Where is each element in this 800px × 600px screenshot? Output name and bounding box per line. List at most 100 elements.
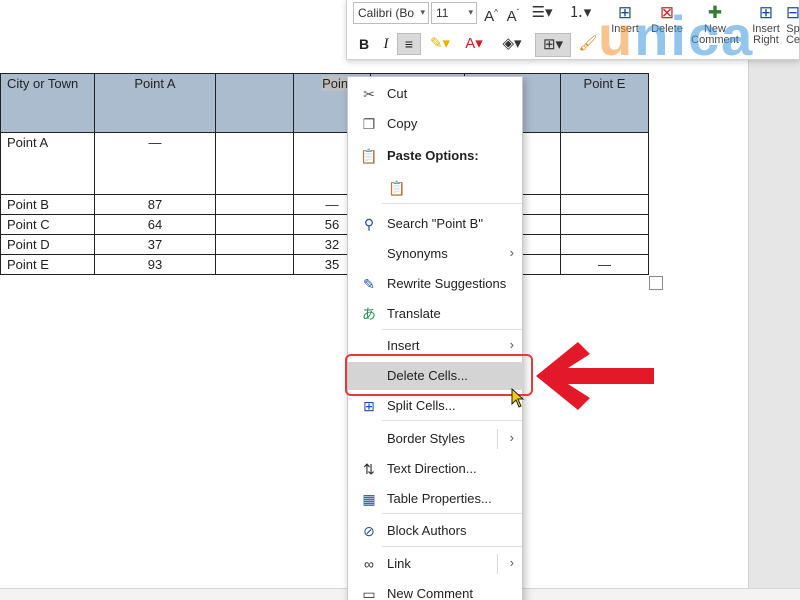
table-cell[interactable] <box>215 194 294 215</box>
menu-item-link[interactable]: ∞ Link › <box>348 550 524 578</box>
menu-item-label: Border Styles <box>387 431 466 446</box>
table-cell[interactable]: — <box>94 132 216 195</box>
menu-item-label: New Comment <box>387 586 473 600</box>
menu-item-label: Table Properties... <box>387 491 492 506</box>
menu-item-text-direction[interactable]: ⇅ Text Direction... <box>348 455 524 483</box>
menu-item-new-comment[interactable]: ▭ New Comment <box>348 580 524 600</box>
new-comment-icon: ✚ <box>707 3 723 22</box>
borders-icon[interactable]: ⊞▾ <box>535 33 571 57</box>
split-divider <box>497 554 498 574</box>
header-cell[interactable]: Point A <box>94 73 216 133</box>
table-cell[interactable] <box>215 254 294 275</box>
format-painter-icon[interactable]: 🖌 <box>577 33 599 55</box>
data-table: City or Town Point A Point B D Point E P… <box>0 73 649 275</box>
split-cells-icon: ⊟ <box>785 3 800 22</box>
table-row: Point E 93 35 — <box>0 254 649 275</box>
table-cell[interactable]: Point B <box>0 194 95 215</box>
table-cell[interactable] <box>560 214 649 235</box>
menu-separator <box>382 203 522 204</box>
menu-item-synonyms[interactable]: Synonyms › <box>348 240 524 268</box>
table-cell[interactable]: Point A <box>0 132 95 195</box>
bold-button[interactable]: B <box>353 33 375 55</box>
chevron-right-icon: › <box>509 430 514 445</box>
table-cell[interactable]: Point C <box>0 214 95 235</box>
comment-icon: ▭ <box>362 586 376 600</box>
highlight-color-icon[interactable]: ✎▾ <box>425 33 455 55</box>
table-cell[interactable] <box>560 194 649 215</box>
menu-item-table-properties[interactable]: ▦ Table Properties... <box>348 485 524 513</box>
menu-item-block-authors[interactable]: ⊘ Block Authors <box>348 517 524 545</box>
font-name-value: Calibri (Bo <box>358 6 415 20</box>
table-cell[interactable]: 93 <box>94 254 216 275</box>
copy-icon: ❐ <box>362 116 376 132</box>
table-resize-handle[interactable] <box>649 276 663 290</box>
table-cell[interactable]: 64 <box>94 214 216 235</box>
chevron-down-icon: ▾ <box>468 7 473 17</box>
table-cell[interactable] <box>560 132 649 195</box>
menu-item-translate[interactable]: あ Translate <box>348 300 524 328</box>
table-cell[interactable]: Point E <box>0 254 95 275</box>
table-cell[interactable] <box>215 214 294 235</box>
grow-font-icon[interactable]: A^ <box>481 2 501 28</box>
font-name-select[interactable]: Calibri (Bo ▾ <box>353 2 429 24</box>
split-divider <box>497 429 498 449</box>
menu-item-paste-options: 📋 Paste Options: <box>348 142 524 170</box>
italic-button[interactable]: I <box>375 33 397 55</box>
menu-item-label: Paste Options: <box>387 148 479 163</box>
menu-item-label: Rewrite Suggestions <box>387 276 507 291</box>
link-icon: ∞ <box>364 556 374 572</box>
clipboard-icon: 📋 <box>360 148 378 164</box>
menu-item-border-styles[interactable]: Border Styles › <box>348 425 524 453</box>
menu-item-rewrite[interactable]: ✎ Rewrite Suggestions <box>348 270 524 298</box>
header-cell[interactable] <box>215 73 294 133</box>
delete-label: Delete <box>651 23 683 35</box>
table-cell[interactable] <box>215 132 294 195</box>
font-size-value: 11 <box>436 6 449 20</box>
table-cell[interactable]: 37 <box>94 234 216 255</box>
insert-table-button[interactable]: ⊞ Insert <box>603 2 647 56</box>
menu-item-label: Split Cells... <box>387 398 456 413</box>
delete-table-button[interactable]: ⊠ Delete <box>645 2 689 56</box>
paste-keep-formatting-icon[interactable]: 📋 <box>388 179 406 197</box>
header-cell[interactable]: City or Town <box>0 73 95 133</box>
table-cell[interactable] <box>215 234 294 255</box>
table-cell[interactable]: 87 <box>94 194 216 215</box>
menu-item-label: Cut <box>387 86 408 101</box>
menu-item-label: Search "Point B" <box>387 216 483 231</box>
annotation-arrow-icon <box>536 342 654 410</box>
chevron-right-icon: › <box>509 555 514 570</box>
insert-right-label: Insert Right <box>752 23 780 46</box>
table-cell[interactable]: Point D <box>0 234 95 255</box>
font-color-icon[interactable]: A▾ <box>459 33 489 55</box>
table-header-row: City or Town Point A Point B D Point E <box>0 73 649 133</box>
menu-item-copy[interactable]: ❐ Copy <box>348 110 524 138</box>
font-size-select[interactable]: 11 ▾ <box>431 2 477 24</box>
menu-item-search[interactable]: ⚲ Search "Point B" <box>348 210 524 238</box>
menu-item-label: Link <box>387 556 411 571</box>
numbering-icon[interactable]: ⒈▾ <box>563 2 597 24</box>
mouse-cursor-icon <box>511 388 525 408</box>
shading-icon[interactable]: ◈▾ <box>495 33 529 55</box>
menu-item-cut[interactable]: ✂ Cut <box>348 80 524 108</box>
document-side-margin <box>748 0 800 600</box>
table-properties-icon: ▦ <box>362 491 376 507</box>
table-cell[interactable]: — <box>560 254 649 275</box>
menu-separator <box>382 329 522 330</box>
table-row: Point B 87 — <box>0 194 649 215</box>
menu-item-split-cells[interactable]: ⊞ Split Cells... <box>348 392 524 420</box>
context-menu: ✂ Cut ❐ Copy 📋 Paste Options: 📋 ⚲ Search… <box>347 76 524 600</box>
bullets-icon[interactable]: ☰▾ <box>525 2 559 24</box>
menu-separator <box>382 420 522 421</box>
chevron-right-icon: › <box>509 245 514 260</box>
center-align-button[interactable]: ≡ <box>397 33 421 55</box>
new-comment-button[interactable]: ✚ New Comment <box>691 2 739 56</box>
insert-right-button[interactable]: ⊞ Insert Right <box>749 2 783 56</box>
header-cell[interactable]: Point E <box>560 73 649 133</box>
menu-separator <box>382 546 522 547</box>
split-cells-button[interactable]: ⊟ Sp Ce <box>785 2 800 56</box>
menu-item-label: Block Authors <box>387 523 467 538</box>
menu-item-label: Synonyms <box>387 246 448 261</box>
shrink-font-icon[interactable]: Aˇ <box>503 2 523 28</box>
rewrite-icon: ✎ <box>363 276 375 292</box>
table-cell[interactable] <box>560 234 649 255</box>
